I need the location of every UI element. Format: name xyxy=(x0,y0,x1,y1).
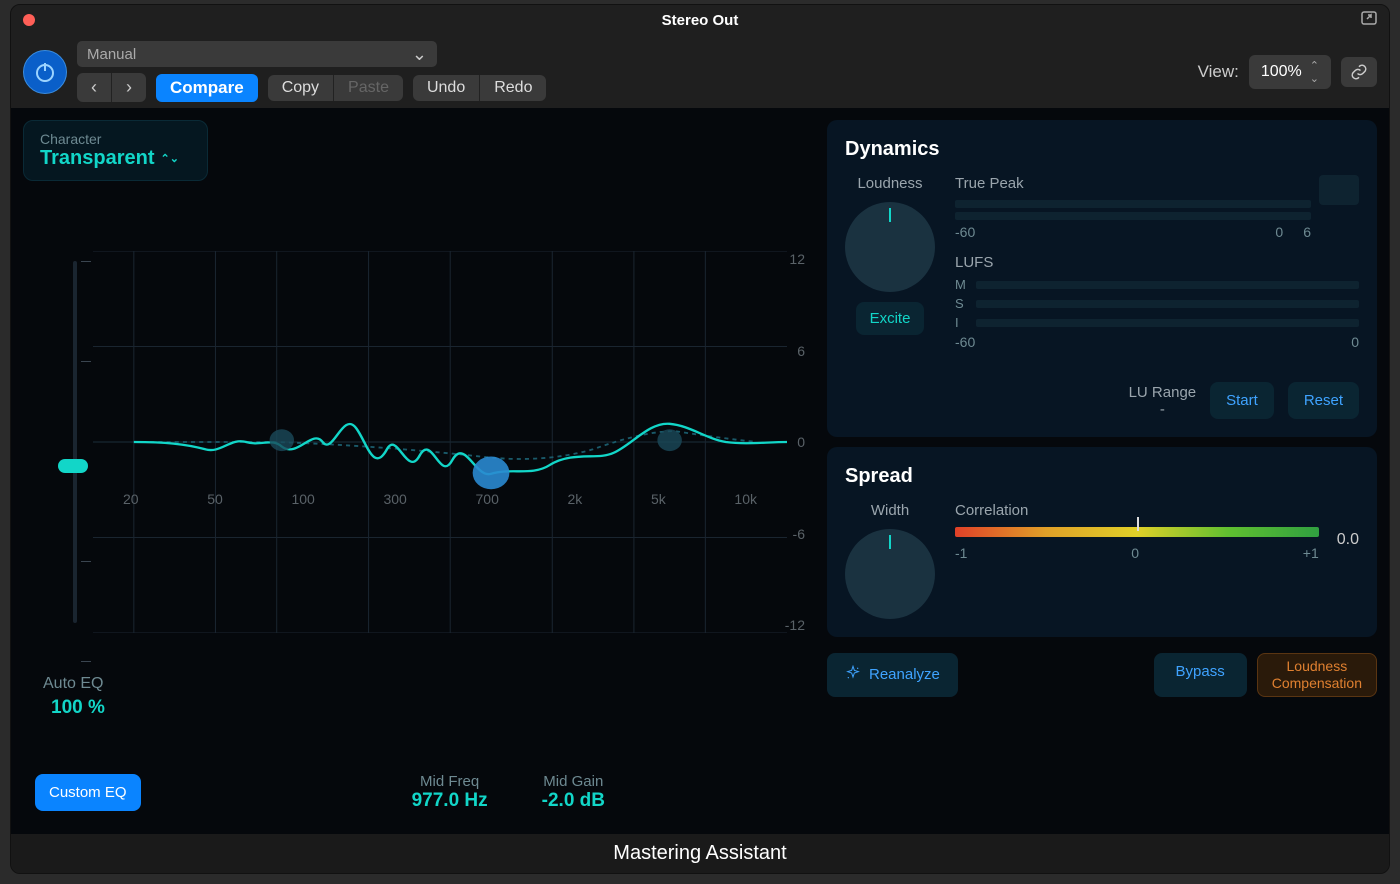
titlebar: Stereo Out xyxy=(11,5,1389,35)
auto-eq-slider[interactable] xyxy=(73,261,77,623)
reanalyze-button[interactable]: Reanalyze xyxy=(827,653,958,697)
main-content: Character Transparent ⌃⌄ xyxy=(11,108,1389,834)
custom-eq-button[interactable]: Custom EQ xyxy=(35,774,141,811)
loudness-label: Loudness xyxy=(857,175,922,192)
loudness-compensation-button[interactable]: Loudness Compensation xyxy=(1257,653,1377,697)
view-zoom-selector[interactable]: 100% ⌃⌄ xyxy=(1249,55,1331,89)
right-column: Dynamics Loudness Excite True Peak xyxy=(827,120,1377,822)
auto-eq-value: 100 % xyxy=(51,697,105,719)
eq-graph[interactable] xyxy=(93,251,787,633)
correlation-pointer xyxy=(1137,517,1139,531)
excite-button[interactable]: Excite xyxy=(856,302,925,335)
lufs-i-meter xyxy=(976,319,1359,327)
updown-icon: ⌃⌄ xyxy=(160,152,178,165)
spread-panel: Spread Width Correlation xyxy=(827,447,1377,637)
eq-node-high[interactable] xyxy=(657,429,681,451)
sparkle-icon xyxy=(845,665,861,685)
paste-button[interactable]: Paste xyxy=(334,75,403,101)
lufs-label: LUFS xyxy=(955,254,1359,271)
correlation-value: 0.0 xyxy=(1337,531,1359,549)
width-knob[interactable] xyxy=(845,529,935,619)
lufs-s-meter xyxy=(976,300,1359,308)
next-preset-button[interactable]: › xyxy=(112,73,146,102)
chevron-down-icon: ⌄ xyxy=(412,44,427,65)
toolbar: Manual ⌄ ‹ › Compare Copy Paste Undo Red… xyxy=(11,35,1389,108)
updown-icon: ⌃⌄ xyxy=(1310,59,1319,85)
lu-range-value: - xyxy=(1129,401,1197,418)
eq-section: Character Transparent ⌃⌄ xyxy=(23,120,817,822)
redo-button[interactable]: Redo xyxy=(480,75,546,101)
preset-selector[interactable]: Manual ⌄ xyxy=(77,41,437,67)
eq-y-axis: 1260-6-12 xyxy=(785,251,805,633)
eq-node-mid[interactable] xyxy=(473,457,510,490)
character-value: Transparent xyxy=(40,147,154,170)
eq-x-axis: 20501003007002k5k10k xyxy=(123,491,757,507)
bypass-button[interactable]: Bypass xyxy=(1154,653,1247,697)
start-button[interactable]: Start xyxy=(1210,382,1274,419)
lu-range-label: LU Range xyxy=(1129,384,1197,401)
width-label: Width xyxy=(871,502,909,519)
mid-freq-value[interactable]: 977.0 Hz xyxy=(412,790,488,812)
undo-button[interactable]: Undo xyxy=(413,75,480,101)
eq-node-low[interactable] xyxy=(270,429,294,451)
dynamics-title: Dynamics xyxy=(845,138,1359,161)
correlation-label: Correlation xyxy=(955,502,1359,519)
mid-gain-value[interactable]: -2.0 dB xyxy=(542,790,605,812)
lufs-m-meter xyxy=(976,281,1359,289)
true-peak-readout xyxy=(1319,175,1359,205)
auto-eq-label: Auto EQ xyxy=(43,675,103,693)
eq-params-row: Custom EQ Mid Freq 977.0 Hz Mid Gain -2.… xyxy=(23,763,817,822)
character-label: Character xyxy=(40,131,191,147)
window-expand-icon[interactable] xyxy=(1361,11,1377,30)
mid-gain-label: Mid Gain xyxy=(542,773,605,790)
dynamics-panel: Dynamics Loudness Excite True Peak xyxy=(827,120,1377,437)
character-selector[interactable]: Character Transparent ⌃⌄ xyxy=(23,120,208,181)
plugin-name: Mastering Assistant xyxy=(11,834,1389,873)
prev-preset-button[interactable]: ‹ xyxy=(77,73,112,102)
close-window-button[interactable] xyxy=(23,14,35,26)
compare-button[interactable]: Compare xyxy=(156,74,258,102)
true-peak-meter xyxy=(955,200,1311,208)
preset-label: Manual xyxy=(87,46,136,63)
footer-buttons: Reanalyze Bypass Loudness Compensation xyxy=(827,647,1377,703)
correlation-meter xyxy=(955,527,1319,537)
auto-eq-slider-thumb[interactable] xyxy=(58,459,88,473)
true-peak-meter-2 xyxy=(955,212,1311,220)
loudness-knob[interactable] xyxy=(845,202,935,292)
mid-freq-label: Mid Freq xyxy=(412,773,488,790)
eq-area: 1260-6-12 20501003007002k5k10k Auto EQ 1… xyxy=(23,191,817,753)
plugin-window: Stereo Out Manual ⌄ ‹ › Compare Copy Pas… xyxy=(10,4,1390,874)
link-button[interactable] xyxy=(1341,57,1377,87)
spread-title: Spread xyxy=(845,465,1359,488)
true-peak-label: True Peak xyxy=(955,175,1311,192)
reset-button[interactable]: Reset xyxy=(1288,382,1359,419)
view-label: View: xyxy=(1198,62,1239,82)
window-title: Stereo Out xyxy=(662,12,739,29)
power-button[interactable] xyxy=(23,50,67,94)
copy-button[interactable]: Copy xyxy=(268,75,334,101)
